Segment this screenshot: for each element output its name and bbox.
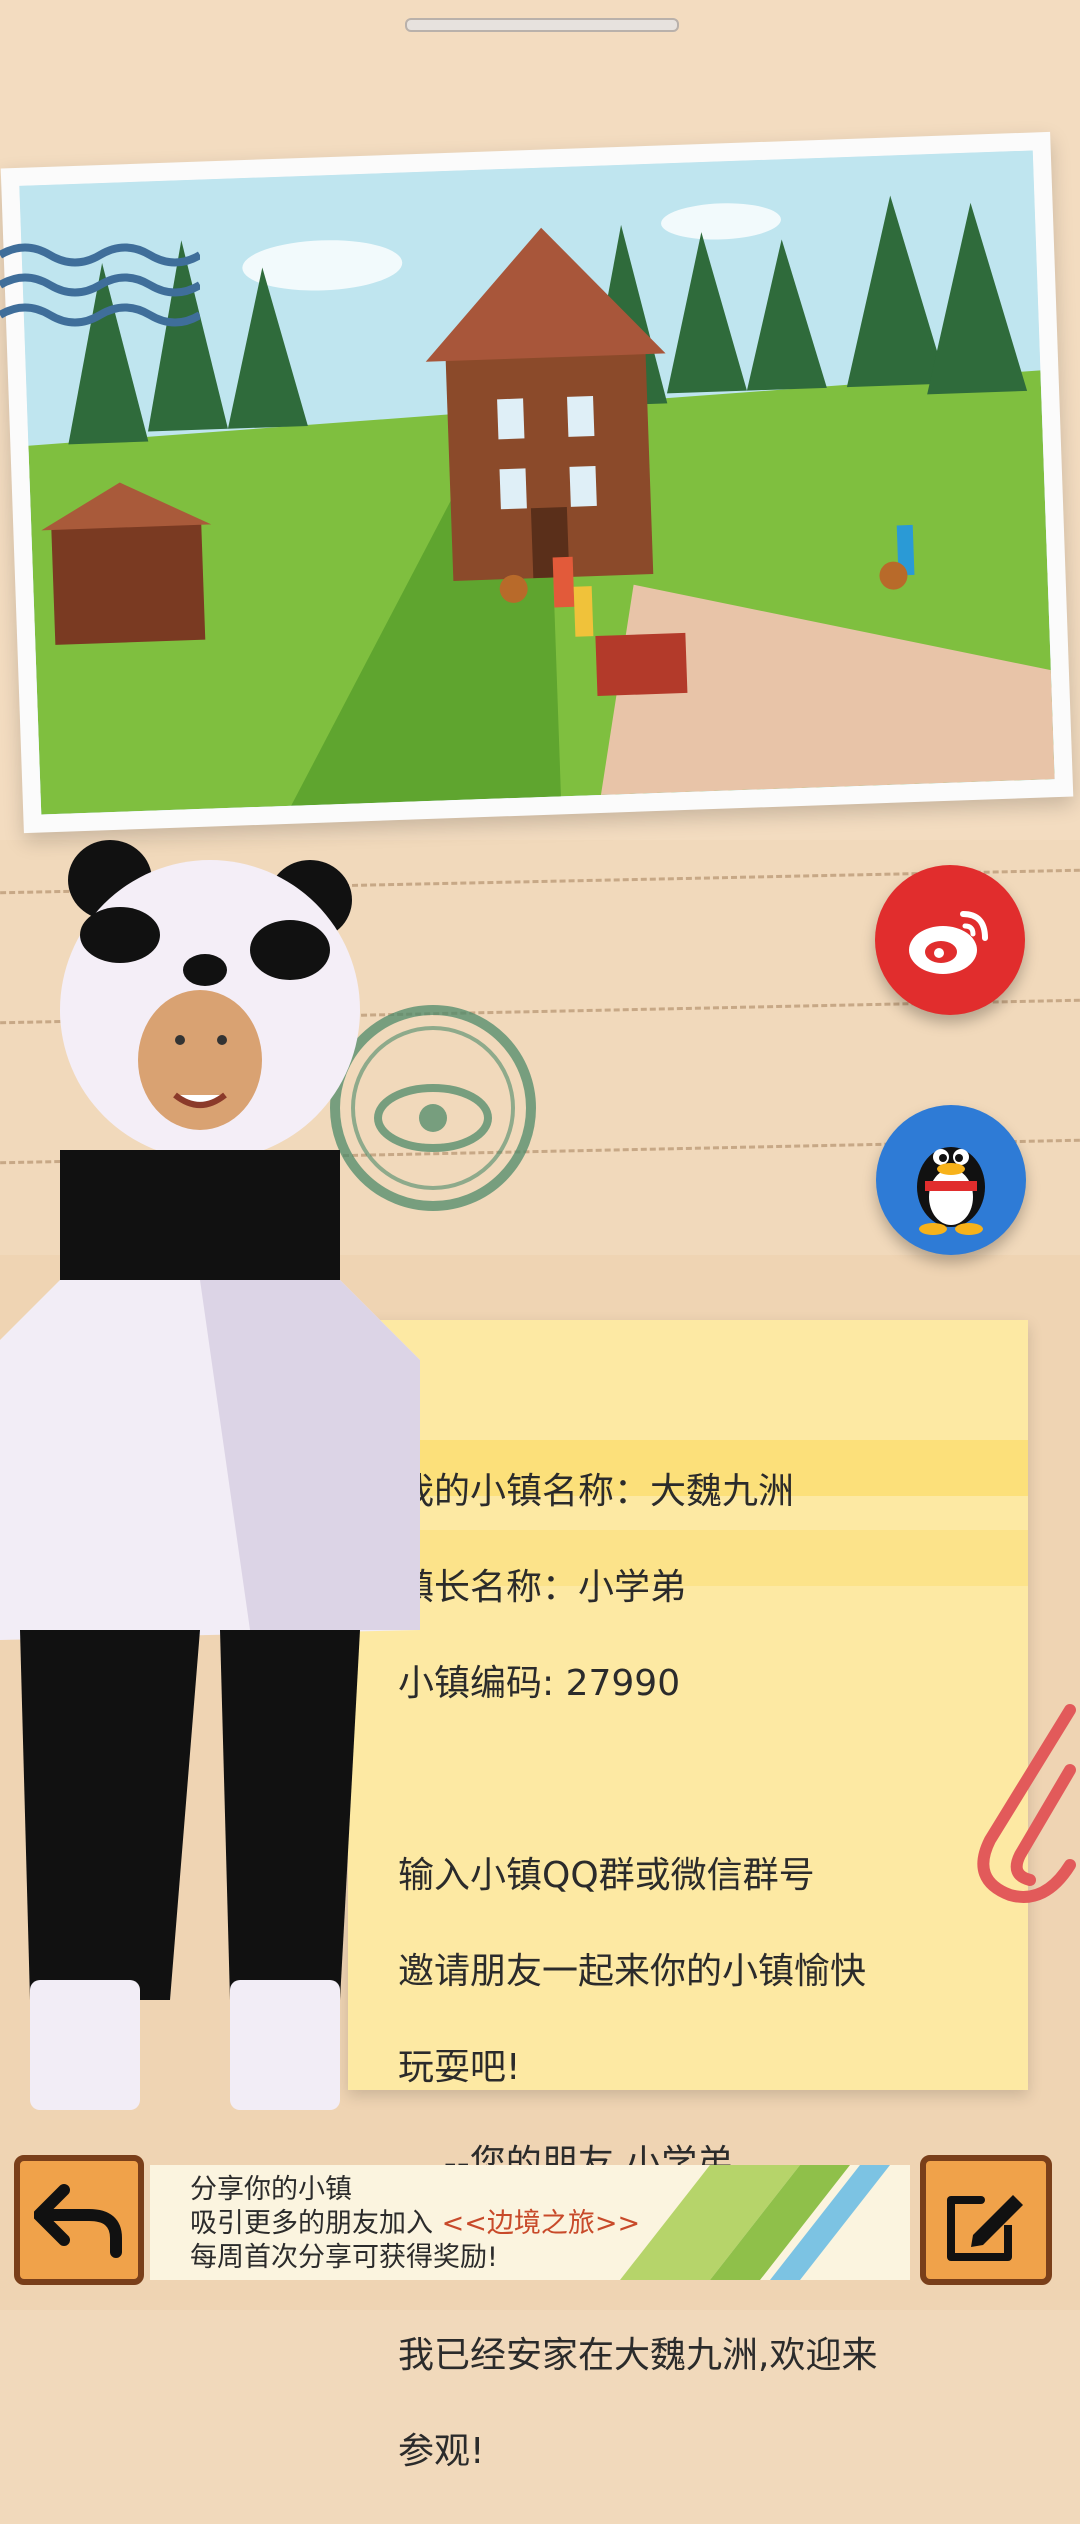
paperclip-icon (977, 1704, 1076, 1903)
edit-button[interactable] (920, 2155, 1052, 2285)
qq-share-button[interactable] (876, 1105, 1026, 1255)
share-text: 分享你的小镇 吸引更多的朋友加入 <<边境之旅>> 每周首次分享可获得奖励! (190, 2173, 640, 2275)
qq-penguin-icon (917, 1147, 985, 1235)
postmark-waves (0, 243, 200, 327)
drag-handle[interactable] (405, 18, 679, 32)
invite-line: 邀请朋友一起来你的小镇愉快 (398, 1951, 867, 1992)
share-invite-prefix: 吸引更多的朋友加入 (190, 2208, 433, 2239)
game-name-highlight: <<边境之旅>> (441, 2208, 641, 2239)
note-text: 我的小镇名称：大魏九洲 镇长名称：小学弟 小镇编码: 27990 输入小镇QQ群… (398, 1420, 998, 2524)
town-name-line: 我的小镇名称：大魏九洲 (398, 1471, 795, 1512)
weibo-share-button[interactable] (875, 865, 1025, 1015)
town-info-note: 我的小镇名称：大魏九洲 镇长名称：小学弟 小镇编码: 27990 输入小镇QQ群… (348, 1320, 1028, 2472)
mayor-name-line: 镇长名称：小学弟 (398, 1567, 687, 1608)
invite-line: 输入小镇QQ群或微信群号 (398, 1855, 815, 1896)
panda-costume-avatar (0, 840, 420, 2110)
town-code-line: 小镇编码: 27990 (398, 1663, 681, 1704)
edit-pencil-icon (947, 2195, 1023, 2261)
invite-line: 玩耍吧! (398, 2047, 521, 2088)
share-reward-line: 每周首次分享可获得奖励! (190, 2242, 498, 2273)
welcome-line: 参观! (398, 2431, 485, 2472)
share-banner[interactable]: 分享你的小镇 吸引更多的朋友加入 <<边境之旅>> 每周首次分享可获得奖励! (150, 2165, 910, 2280)
weibo-icon (909, 911, 988, 974)
back-button[interactable] (14, 2155, 144, 2285)
welcome-line: 我已经安家在大魏九洲,欢迎来 (398, 2335, 878, 2376)
share-invite-line: 吸引更多的朋友加入 <<边境之旅>> (190, 2207, 640, 2241)
back-arrow-icon (34, 2184, 122, 2258)
share-title: 分享你的小镇 (190, 2174, 352, 2205)
bottom-bar: 分享你的小镇 吸引更多的朋友加入 <<边境之旅>> 每周首次分享可获得奖励! (0, 2145, 1080, 2310)
